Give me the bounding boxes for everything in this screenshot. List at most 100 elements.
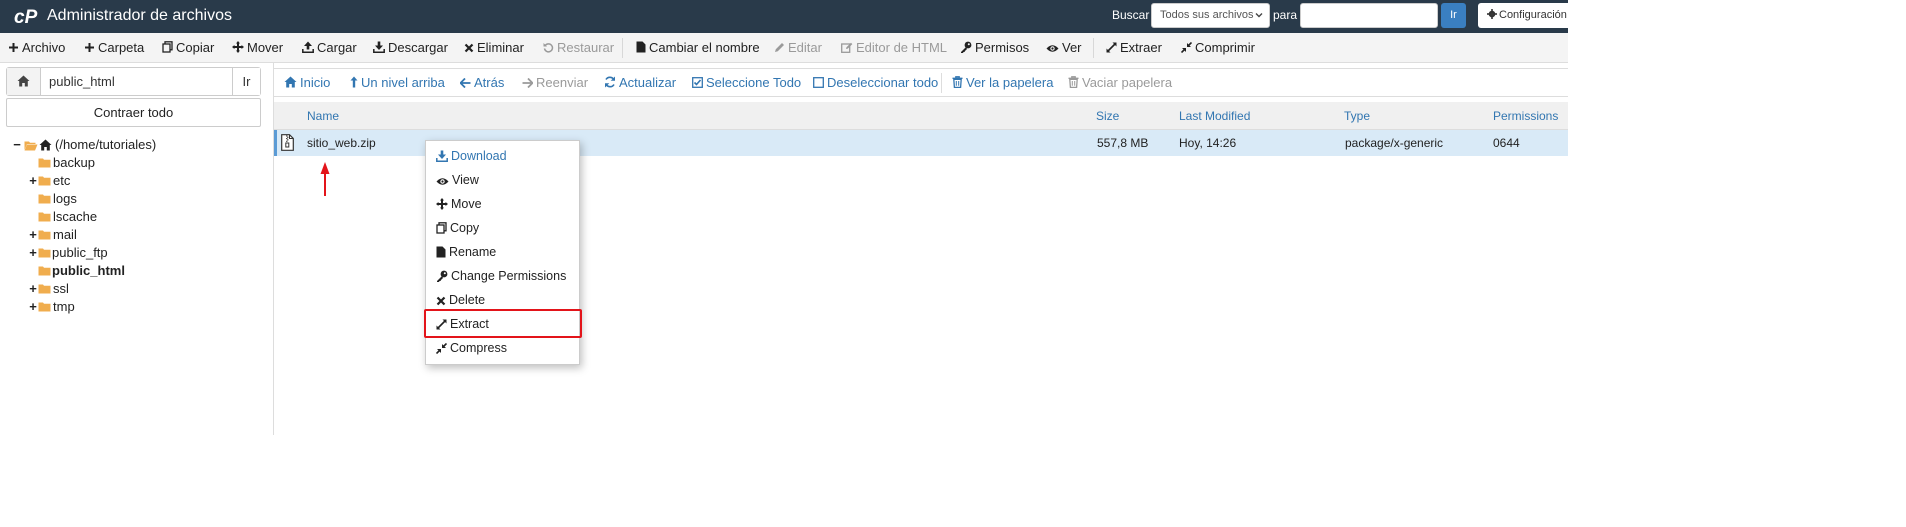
- nav-view-trash-button[interactable]: Ver la papelera: [952, 69, 1053, 96]
- tree-item-mail[interactable]: + mail: [28, 226, 188, 244]
- toolbar-label: Carpeta: [98, 40, 145, 55]
- nav-up-one-level-button[interactable]: Un nivel arriba: [350, 69, 445, 96]
- column-header-size[interactable]: Size: [1096, 109, 1119, 123]
- tree-item-logs[interactable]: logs: [28, 190, 188, 208]
- toolbar-view-button[interactable]: Ver: [1046, 33, 1082, 63]
- search-go-button[interactable]: Ir: [1441, 3, 1466, 28]
- column-header-type[interactable]: Type: [1344, 109, 1370, 123]
- context-menu-label: Delete: [449, 293, 486, 307]
- move-icon: [436, 198, 448, 210]
- file-name[interactable]: sitio_web.zip: [307, 136, 376, 150]
- nav-label: Seleccione Todo: [706, 75, 802, 90]
- tree-toggle[interactable]: +: [28, 244, 38, 262]
- toolbar-compress-button[interactable]: Comprimir: [1181, 33, 1255, 63]
- toolbar-extract-button[interactable]: Extraer: [1106, 33, 1162, 63]
- context-menu-item-copy[interactable]: Copy: [436, 218, 479, 238]
- toolbar-delete-button[interactable]: Eliminar: [464, 33, 524, 63]
- tree-toggle[interactable]: +: [28, 280, 38, 298]
- context-menu-item-change-permissions[interactable]: Change Permissions: [436, 266, 566, 286]
- file-type: package/x-generic: [1345, 136, 1444, 150]
- context-menu-item-compress[interactable]: Compress: [436, 338, 507, 358]
- tree-item-etc[interactable]: + etc: [28, 172, 188, 190]
- context-menu-item-view[interactable]: View: [436, 170, 479, 190]
- tree-item-label: ssl: [53, 281, 69, 296]
- nav-home-button[interactable]: Inicio: [284, 69, 330, 96]
- context-menu-item-move[interactable]: Move: [436, 194, 482, 214]
- nav-select-all-button[interactable]: Seleccione Todo: [692, 69, 801, 96]
- file-icon: [636, 41, 646, 53]
- search-scope-select[interactable]: Todos sus archivos: [1151, 3, 1270, 28]
- tree-item-label: lscache: [53, 209, 98, 224]
- toolbar-separator: [622, 38, 623, 58]
- eye-icon: [436, 178, 449, 185]
- tree-item-label: tmp: [53, 299, 75, 314]
- tree-toggle[interactable]: +: [28, 172, 38, 190]
- toolbar-download-button[interactable]: Descargar: [373, 33, 448, 63]
- nav-refresh-button[interactable]: Actualizar: [604, 69, 676, 96]
- path-bar: public_html Ir: [6, 67, 261, 96]
- column-header-last-modified[interactable]: Last Modified: [1179, 109, 1250, 123]
- folder-icon: [38, 302, 51, 312]
- path-go-button[interactable]: Ir: [232, 68, 260, 95]
- nav-empty-trash-button[interactable]: Vaciar papelera: [1068, 69, 1172, 96]
- toolbar-html-editor-button[interactable]: Editor de HTML: [841, 33, 947, 63]
- tree-item-label: logs: [53, 191, 77, 206]
- file-icon: [436, 246, 446, 258]
- toolbar-new-file-button[interactable]: Archivo: [8, 33, 65, 63]
- search-input[interactable]: [1300, 3, 1438, 28]
- tree-toggle[interactable]: +: [28, 298, 38, 316]
- copy-icon: [436, 222, 447, 234]
- nav-back-button[interactable]: Atrás: [460, 69, 504, 96]
- toolbar-permissions-button[interactable]: Permisos: [960, 33, 1029, 63]
- toolbar-move-button[interactable]: Mover: [232, 33, 283, 63]
- file-modified: Hoy, 14:26: [1179, 136, 1237, 150]
- folder-icon: [38, 158, 51, 168]
- tree-item-label: mail: [53, 227, 77, 242]
- tree-item-backup[interactable]: backup: [28, 154, 188, 172]
- tree-toggle[interactable]: +: [28, 226, 38, 244]
- search-label: Buscar: [1112, 8, 1150, 22]
- toolbar-label: Cambiar el nombre: [649, 40, 760, 55]
- toolbar-restore-button[interactable]: Restaurar: [543, 33, 614, 63]
- folder-icon: [38, 230, 51, 240]
- column-header-permissions[interactable]: Permissions: [1493, 109, 1558, 123]
- home-icon: [17, 75, 30, 87]
- download-icon: [373, 41, 385, 53]
- toolbar-upload-button[interactable]: Cargar: [302, 33, 357, 63]
- toolbar-rename-button[interactable]: Cambiar el nombre: [636, 33, 760, 63]
- settings-button[interactable]: Configuración: [1478, 3, 1573, 28]
- nav-deselect-all-button[interactable]: Deseleccionar todo: [813, 69, 938, 96]
- tree-item-ssl[interactable]: + ssl: [28, 280, 188, 298]
- toolbar-label: Comprimir: [1195, 40, 1255, 55]
- tree-toggle[interactable]: −: [12, 136, 22, 154]
- tree-item-public-html[interactable]: public_html: [28, 262, 188, 280]
- tree-item-root[interactable]: − (/home/tutoriales): [12, 136, 212, 154]
- trash-icon: [952, 76, 963, 88]
- toolbar-label: Mover: [247, 40, 284, 55]
- file-table-header: Name Size Last Modified Type Permissions: [274, 102, 1568, 130]
- tree-item-tmp[interactable]: + tmp: [28, 298, 188, 316]
- context-menu-item-rename[interactable]: Rename: [436, 242, 496, 262]
- trash-icon: [1068, 76, 1079, 88]
- context-menu-item-delete[interactable]: Delete: [436, 290, 485, 310]
- toolbar-label: Copiar: [176, 40, 215, 55]
- search-scope-value: Todos sus archivos: [1160, 9, 1254, 21]
- para-label: para: [1273, 8, 1298, 22]
- tree-item-public-ftp[interactable]: + public_ftp: [28, 244, 188, 262]
- file-permissions: 0644: [1493, 136, 1520, 150]
- context-menu-label: View: [452, 173, 479, 187]
- toolbar-label: Ver: [1062, 40, 1082, 55]
- toolbar-copy-button[interactable]: Copiar: [162, 33, 214, 63]
- collapse-all-button[interactable]: Contraer todo: [6, 98, 261, 127]
- column-header-name[interactable]: Name: [307, 109, 339, 123]
- path-input[interactable]: public_html: [49, 74, 115, 89]
- nav-label: Ver la papelera: [966, 75, 1054, 90]
- nav-forward-button[interactable]: Reenviar: [522, 69, 588, 96]
- toolbar-edit-button[interactable]: Editar: [774, 33, 822, 63]
- path-home-button[interactable]: [7, 68, 41, 95]
- nav-label: Inicio: [300, 75, 331, 90]
- nav-label: Actualizar: [619, 75, 677, 90]
- tree-item-lscache[interactable]: lscache: [28, 208, 188, 226]
- toolbar-new-folder-button[interactable]: Carpeta: [84, 33, 144, 63]
- context-menu-item-download[interactable]: Download: [436, 146, 507, 166]
